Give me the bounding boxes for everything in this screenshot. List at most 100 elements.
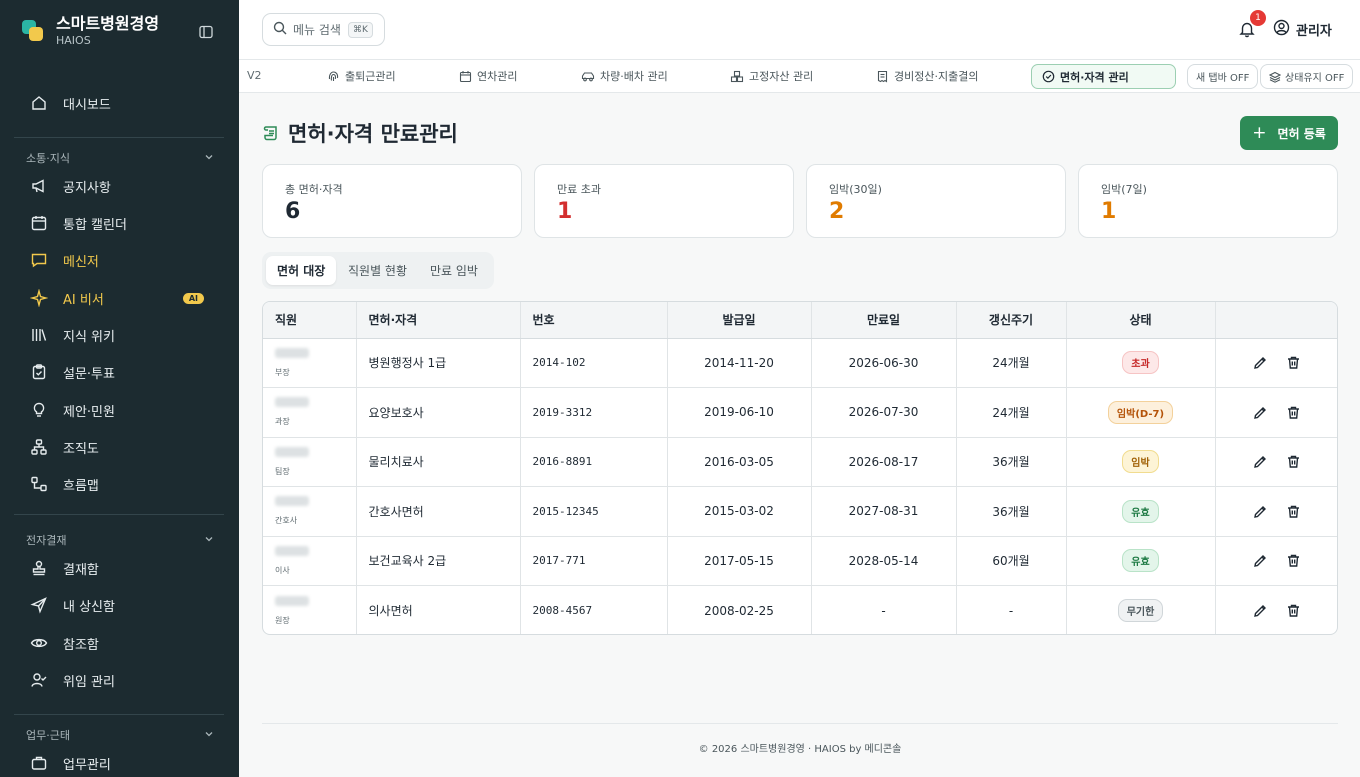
tab-expiring-soon[interactable]: 만료 임박 [419,256,489,285]
issue-date: 2017-05-15 [667,536,812,586]
renewal-cycle: 60개월 [956,536,1067,586]
edit-icon[interactable] [1253,603,1268,618]
status-badge: 유효 [1122,549,1159,573]
column-header[interactable]: 상태 [1066,302,1216,339]
send-icon [28,596,50,614]
table-row[interactable]: 부장 병원행정사 1급 2014-102 2014-11-20 2026-06-… [263,338,1337,388]
trash-icon[interactable] [1286,454,1301,469]
sidebar-item-my-submissions[interactable]: 내 상신함 [28,590,218,620]
sidebar-item-dashboard[interactable]: 대시보드 [28,88,218,118]
column-header[interactable]: 번호 [520,302,668,339]
column-header[interactable]: 갱신주기 [956,302,1067,339]
new-tabbar-toggle[interactable]: 새 탭바 OFF [1187,64,1259,89]
trash-icon[interactable] [1286,504,1301,519]
tab-by-employee[interactable]: 직원별 현황 [337,256,418,285]
tab-license-ledger[interactable]: 면허 대장 [266,256,337,285]
employee-cell: 원장 [263,585,357,634]
search-input[interactable]: 메뉴 검색 ⌘K [262,13,385,46]
expiry-date: 2028-05-14 [811,536,957,586]
sidebar-item-org-chart[interactable]: 조직도 [28,432,218,462]
table-row[interactable]: 과장 요양보호사 2019-3312 2019-06-10 2026-07-30… [263,387,1337,438]
status-badge: 무기한 [1117,599,1164,622]
keep-state-toggle[interactable]: 상태유지 OFF [1260,64,1354,89]
sidebar-item-label: 대시보드 [63,97,111,113]
add-license-button[interactable]: + 면허 등록 [1240,116,1338,150]
tab-attendance[interactable]: 출퇴근관리 [327,68,396,84]
column-header[interactable]: 발급일 [667,302,812,339]
license-table: 직원 면허·자격 번호 발급일 만료일 갱신주기 상태 부장 병원행정사 1급 … [262,301,1338,635]
sidebar-item-suggestion[interactable]: 제안·민원 [28,395,218,425]
megaphone-icon [28,177,50,195]
sidebar-item-calendar[interactable]: 통합 캘린더 [28,208,218,238]
sidebar-item-reference[interactable]: 참조함 [28,628,218,658]
table-row[interactable]: 팀장 물리치료사 2016-8891 2016-03-05 2026-08-17… [263,437,1337,487]
tab-bar: V2 출퇴근관리 연차관리 차량·배차 관리 고정자산 관리 경비정산·지출결의… [239,60,1360,93]
stat-value: 1 [1101,199,1117,224]
sidebar-item-notice[interactable]: 공지사항 [28,171,218,201]
table-row[interactable]: 간호사 간호사면허 2015-12345 2015-03-02 2027-08-… [263,486,1337,537]
edit-icon[interactable] [1253,454,1268,469]
sidebar-item-survey[interactable]: 설문·투표 [28,357,218,387]
edit-icon[interactable] [1253,405,1268,420]
column-header[interactable]: 직원 [263,302,357,339]
stat-label: 임박(30일) [829,183,882,196]
tab-license[interactable]: 면허·자격 관리 [1031,64,1176,89]
sidebar-item-messenger[interactable]: 메신저 [28,245,218,275]
trash-icon[interactable] [1286,355,1301,370]
employee-cell: 과장 [263,387,357,438]
tab-fixed-assets[interactable]: 고정자산 관리 [730,68,813,84]
status-badge: 임박 [1122,450,1159,474]
trash-icon[interactable] [1286,603,1301,618]
sidebar-item-wiki[interactable]: 지식 위키 [28,320,218,350]
tab-label: 연차관리 [477,70,518,83]
divider [14,714,224,715]
sidebar-toggle-icon[interactable] [198,24,214,40]
status-cell: 임박(D-7) [1066,387,1216,438]
sidebar-item-label: 공지사항 [63,180,111,196]
status-cell: 무기한 [1066,585,1216,634]
section-header-work[interactable]: 업무·근태 [26,727,214,743]
sidebar-item-label: 메신저 [63,254,99,270]
sidebar-item-label: 제안·민원 [63,404,115,420]
employee-name-blurred [275,397,309,408]
tab-label: 면허·자격 관리 [1060,70,1129,84]
chat-icon [28,251,50,269]
sidebar-item-delegation[interactable]: 위임 관리 [28,665,218,695]
employee-position: 과장 [275,417,290,427]
trash-icon[interactable] [1286,405,1301,420]
table-row[interactable]: 원장 의사면허 2008-4567 2008-02-25 - - 무기한 [263,585,1337,634]
section-header-approval[interactable]: 전자결재 [26,532,214,548]
column-header[interactable]: 만료일 [811,302,957,339]
user-menu[interactable]: 관리자 [1273,19,1332,40]
column-header[interactable]: 면허·자격 [356,302,521,339]
section-header-communication[interactable]: 소통·지식 [26,150,214,166]
employee-name-blurred [275,347,309,358]
view-segmented-control: 면허 대장 직원별 현황 만료 임박 [262,252,494,289]
column-header [1215,302,1337,339]
expiry-date: 2026-06-30 [811,338,957,388]
plus-icon: + [1252,123,1267,143]
status-badge: 임박(D-7) [1107,400,1174,424]
edit-icon[interactable] [1253,504,1268,519]
edit-icon[interactable] [1253,355,1268,370]
tab-leave[interactable]: 연차관리 [459,68,517,84]
brand[interactable]: 스마트병원경영 HAIOS [22,14,222,48]
sidebar-item-approval-box[interactable]: 결재함 [28,553,218,583]
sidebar-item-work-management[interactable]: 업무관리 [28,748,218,777]
tab-vehicle[interactable]: 차량·배차 관리 [581,68,668,84]
stat-value: 1 [557,199,573,224]
tab-expenses[interactable]: 경비정산·지출결의 [876,68,978,84]
sidebar-item-flow-map[interactable]: 흐름맵 [28,469,218,499]
stat-card-imminent-7: 임박(7일) 1 [1078,164,1338,238]
expiry-date: 2026-08-17 [811,437,957,487]
renewal-cycle: 36개월 [956,437,1067,487]
employee-cell: 부장 [263,338,357,388]
table-row[interactable]: 이사 보건교육사 2급 2017-771 2017-05-15 2028-05-… [263,536,1337,586]
page-title: 면허·자격 만료관리 [262,118,458,148]
renewal-cycle: - [956,585,1067,634]
sidebar-item-ai-assistant[interactable]: AI 비서 AI [28,283,218,313]
trash-icon[interactable] [1286,553,1301,568]
notification-badge: 1 [1250,10,1266,26]
license-name: 의사면허 [356,585,521,634]
edit-icon[interactable] [1253,553,1268,568]
